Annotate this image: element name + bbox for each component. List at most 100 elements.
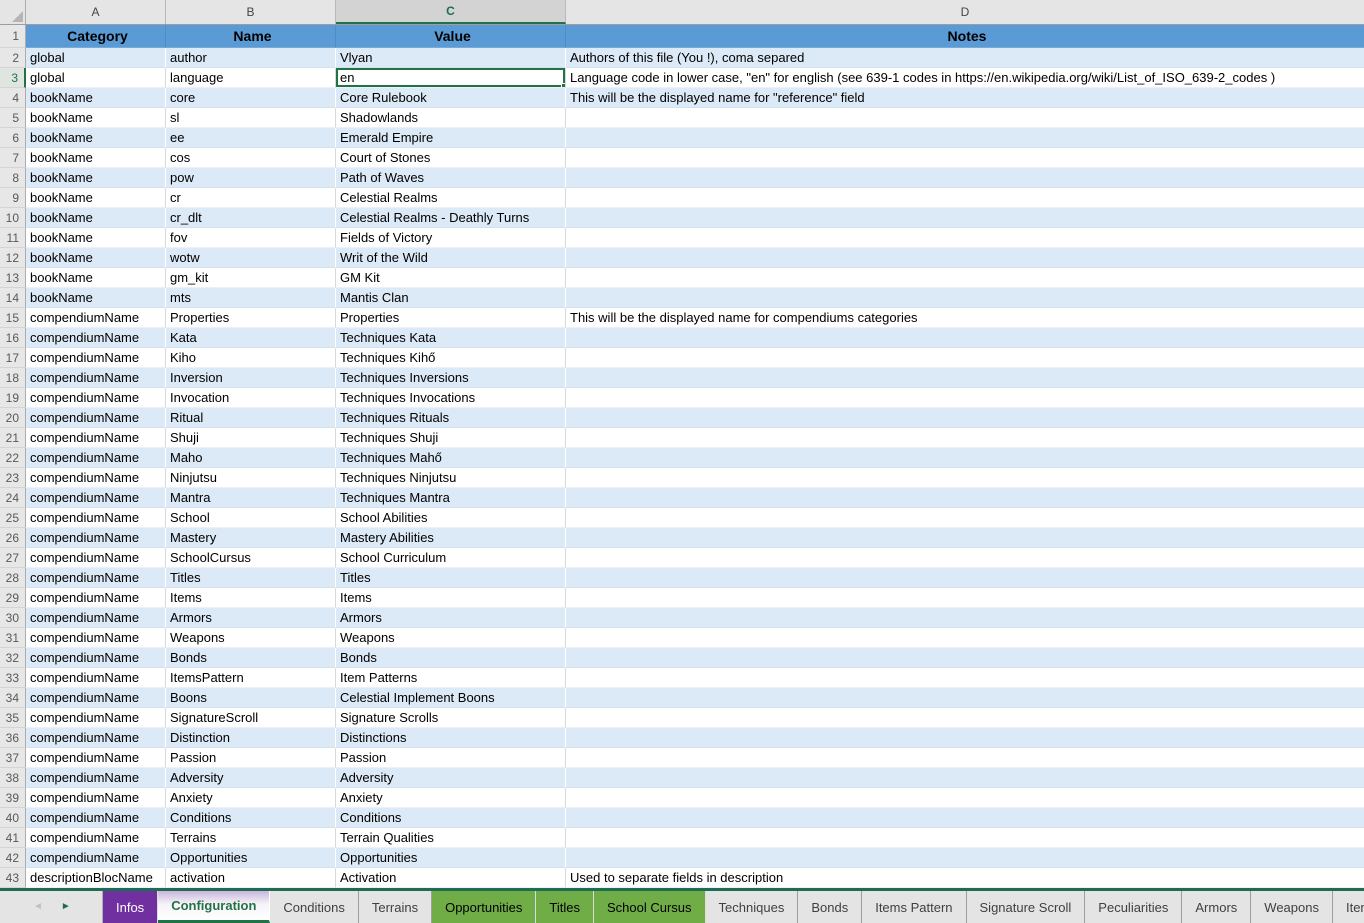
cell-category-8[interactable]: bookName	[26, 168, 166, 188]
cell-value-21[interactable]: Techniques Shuji	[336, 428, 566, 448]
cell-notes-33[interactable]	[566, 668, 1364, 688]
row-header-17[interactable]: 17	[0, 348, 26, 368]
row-header-13[interactable]: 13	[0, 268, 26, 288]
sheet-tab-peculiarities[interactable]: Peculiarities	[1085, 891, 1182, 923]
cell-value-15[interactable]: Properties	[336, 308, 566, 328]
row-header-29[interactable]: 29	[0, 588, 26, 608]
cell-notes-19[interactable]	[566, 388, 1364, 408]
sheet-tab-weapons[interactable]: Weapons	[1251, 891, 1333, 923]
cell-category-2[interactable]: global	[26, 48, 166, 68]
cell-value-36[interactable]: Distinctions	[336, 728, 566, 748]
sheet-tab-bonds[interactable]: Bonds	[798, 891, 862, 923]
cell-category-12[interactable]: bookName	[26, 248, 166, 268]
column-header-category[interactable]: Category	[26, 25, 166, 48]
cell-value-40[interactable]: Conditions	[336, 808, 566, 828]
cell-notes-15[interactable]: This will be the displayed name for comp…	[566, 308, 1364, 328]
cell-name-4[interactable]: core	[166, 88, 336, 108]
cell-category-17[interactable]: compendiumName	[26, 348, 166, 368]
row-header-16[interactable]: 16	[0, 328, 26, 348]
cell-notes-16[interactable]	[566, 328, 1364, 348]
sheet-tab-opportunities[interactable]: Opportunities	[432, 891, 536, 923]
row-header-3[interactable]: 3	[0, 68, 26, 88]
cell-name-41[interactable]: Terrains	[166, 828, 336, 848]
cell-category-3[interactable]: global	[26, 68, 166, 88]
cell-notes-13[interactable]	[566, 268, 1364, 288]
row-header-23[interactable]: 23	[0, 468, 26, 488]
row-header-15[interactable]: 15	[0, 308, 26, 328]
cell-name-31[interactable]: Weapons	[166, 628, 336, 648]
cell-value-26[interactable]: Mastery Abilities	[336, 528, 566, 548]
next-sheet-icon[interactable]: ►	[52, 902, 80, 912]
cell-notes-11[interactable]	[566, 228, 1364, 248]
row-header-4[interactable]: 4	[0, 88, 26, 108]
row-header-19[interactable]: 19	[0, 388, 26, 408]
column-letter-B[interactable]: B	[166, 0, 336, 24]
cell-value-30[interactable]: Armors	[336, 608, 566, 628]
cell-notes-40[interactable]	[566, 808, 1364, 828]
cell-name-32[interactable]: Bonds	[166, 648, 336, 668]
sheet-tab-items-pattern[interactable]: Items Pattern	[862, 891, 966, 923]
row-header-25[interactable]: 25	[0, 508, 26, 528]
cell-category-10[interactable]: bookName	[26, 208, 166, 228]
cell-name-5[interactable]: sl	[166, 108, 336, 128]
row-header-27[interactable]: 27	[0, 548, 26, 568]
cell-notes-14[interactable]	[566, 288, 1364, 308]
cell-name-23[interactable]: Ninjutsu	[166, 468, 336, 488]
cell-category-36[interactable]: compendiumName	[26, 728, 166, 748]
cell-value-32[interactable]: Bonds	[336, 648, 566, 668]
cell-value-8[interactable]: Path of Waves	[336, 168, 566, 188]
row-header-35[interactable]: 35	[0, 708, 26, 728]
row-header-22[interactable]: 22	[0, 448, 26, 468]
cell-name-20[interactable]: Ritual	[166, 408, 336, 428]
row-header-32[interactable]: 32	[0, 648, 26, 668]
cell-name-35[interactable]: SignatureScroll	[166, 708, 336, 728]
cell-name-16[interactable]: Kata	[166, 328, 336, 348]
cell-category-37[interactable]: compendiumName	[26, 748, 166, 768]
cell-category-39[interactable]: compendiumName	[26, 788, 166, 808]
cell-name-14[interactable]: mts	[166, 288, 336, 308]
cell-category-33[interactable]: compendiumName	[26, 668, 166, 688]
cell-value-35[interactable]: Signature Scrolls	[336, 708, 566, 728]
column-header-value[interactable]: Value	[336, 25, 566, 48]
cell-name-6[interactable]: ee	[166, 128, 336, 148]
cell-category-41[interactable]: compendiumName	[26, 828, 166, 848]
cell-category-35[interactable]: compendiumName	[26, 708, 166, 728]
cell-name-26[interactable]: Mastery	[166, 528, 336, 548]
cell-name-34[interactable]: Boons	[166, 688, 336, 708]
cell-value-33[interactable]: Item Patterns	[336, 668, 566, 688]
cell-value-17[interactable]: Techniques Kihő	[336, 348, 566, 368]
row-header-20[interactable]: 20	[0, 408, 26, 428]
row-header-1[interactable]: 1	[0, 25, 26, 48]
cell-notes-42[interactable]	[566, 848, 1364, 868]
cell-notes-3[interactable]: Language code in lower case, "en" for en…	[566, 68, 1364, 88]
cell-notes-8[interactable]	[566, 168, 1364, 188]
cell-category-26[interactable]: compendiumName	[26, 528, 166, 548]
cell-value-29[interactable]: Items	[336, 588, 566, 608]
cell-name-2[interactable]: author	[166, 48, 336, 68]
cell-name-12[interactable]: wotw	[166, 248, 336, 268]
sheet-tab-terrains[interactable]: Terrains	[359, 891, 432, 923]
row-header-6[interactable]: 6	[0, 128, 26, 148]
column-letter-C[interactable]: C	[336, 0, 566, 24]
column-letter-D[interactable]: D	[566, 0, 1364, 24]
row-header-36[interactable]: 36	[0, 728, 26, 748]
row-header-10[interactable]: 10	[0, 208, 26, 228]
column-header-notes[interactable]: Notes	[566, 25, 1364, 48]
cell-name-7[interactable]: cos	[166, 148, 336, 168]
cell-category-16[interactable]: compendiumName	[26, 328, 166, 348]
cell-category-40[interactable]: compendiumName	[26, 808, 166, 828]
cell-name-10[interactable]: cr_dlt	[166, 208, 336, 228]
cell-name-36[interactable]: Distinction	[166, 728, 336, 748]
cell-notes-28[interactable]	[566, 568, 1364, 588]
cell-name-17[interactable]: Kiho	[166, 348, 336, 368]
cell-name-8[interactable]: pow	[166, 168, 336, 188]
cell-category-42[interactable]: compendiumName	[26, 848, 166, 868]
cell-category-20[interactable]: compendiumName	[26, 408, 166, 428]
row-header-2[interactable]: 2	[0, 48, 26, 68]
row-header-7[interactable]: 7	[0, 148, 26, 168]
cell-category-43[interactable]: descriptionBlocName	[26, 868, 166, 888]
cell-value-31[interactable]: Weapons	[336, 628, 566, 648]
cell-category-6[interactable]: bookName	[26, 128, 166, 148]
cell-category-9[interactable]: bookName	[26, 188, 166, 208]
cell-value-10[interactable]: Celestial Realms - Deathly Turns	[336, 208, 566, 228]
